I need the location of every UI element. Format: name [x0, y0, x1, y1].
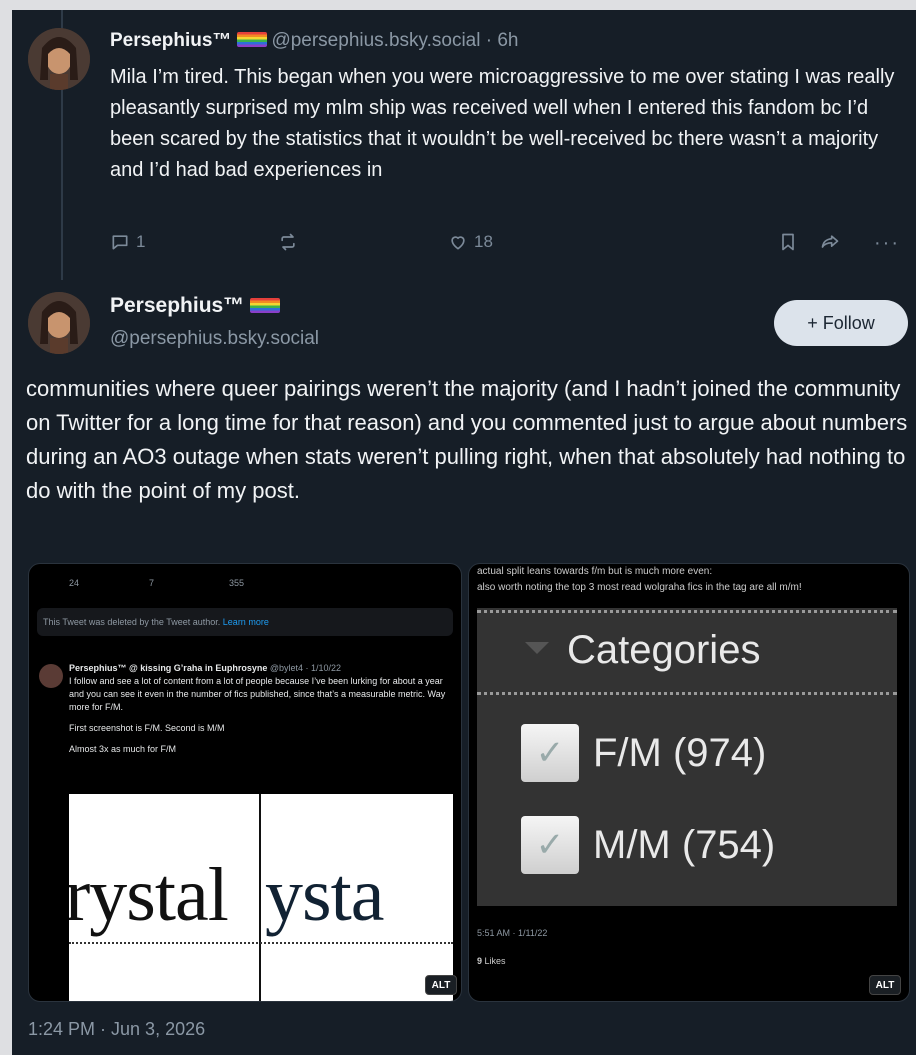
attached-image-categories[interactable]: actual split leans towards f/m but is mu…: [468, 563, 910, 1002]
deleted-tweet-notice: This Tweet was deleted by the Tweet auth…: [37, 608, 453, 636]
crop-text: rystal: [69, 853, 229, 937]
post-actions: 1 18 ···: [110, 232, 900, 258]
category-label: M/M (754): [593, 822, 776, 867]
avatar-image: [28, 292, 90, 354]
dotted-divider: [477, 610, 897, 613]
tweet-text: Almost 3x as much for F/M: [69, 744, 177, 754]
tweet-text: I follow and see a lot of content from a…: [69, 676, 446, 712]
bookmark-icon: [782, 233, 794, 251]
divider: [259, 794, 261, 1001]
pride-flag-icon: [237, 32, 268, 47]
repost-icon: [281, 233, 295, 251]
avatar-image: [28, 28, 90, 90]
like-count: 18: [474, 232, 493, 251]
alt-badge[interactable]: ALT: [425, 975, 457, 995]
post-timestamp[interactable]: 1:24 PM · Jun 3, 2026: [28, 1019, 205, 1040]
likes-count: 9: [477, 956, 483, 966]
categories-heading: Categories: [567, 628, 761, 672]
caption-line: also worth noting the top 3 most read wo…: [477, 582, 802, 593]
crop-text: ysta: [265, 853, 384, 937]
category-item: ✓ F/M (974): [521, 724, 766, 782]
expand-triangle-icon: [525, 642, 549, 654]
author-name-text: Persephius™: [110, 294, 245, 317]
author-handle[interactable]: @persephius.bsky.social: [271, 30, 480, 51]
share-icon: [821, 235, 839, 248]
bookmark-button[interactable]: [778, 232, 798, 252]
alt-badge[interactable]: ALT: [869, 975, 901, 995]
author-handle[interactable]: @persephius.bsky.social: [110, 328, 319, 350]
reply-button[interactable]: 1: [110, 232, 145, 252]
checkbox-checked-icon: ✓: [521, 816, 579, 874]
categories-panel: Categories ✓ F/M (974) ✓ M/M (754): [477, 608, 897, 906]
avatar[interactable]: [28, 28, 90, 90]
embedded-tweet: Persephius™ @ kissing G’raha in Euphrosy…: [69, 662, 449, 756]
dotted-divider: [477, 692, 897, 695]
repost-button[interactable]: [278, 232, 298, 252]
likes-meta: 9 Likes: [477, 956, 506, 966]
checkbox-checked-icon: ✓: [521, 724, 579, 782]
thread-view: Persephius™ @persephius.bsky.social · 6h …: [12, 10, 916, 1055]
reply-icon: [112, 235, 128, 250]
category-label: F/M (974): [593, 730, 767, 775]
tweet-author: Persephius™ @ kissing G’raha in Euphrosy…: [69, 663, 268, 673]
author-name[interactable]: Persephius™: [110, 294, 284, 318]
follow-button[interactable]: + Follow: [774, 300, 908, 346]
post-header: Persephius™ @persephius.bsky.social · 6h: [110, 30, 519, 52]
caption-line: actual split leans towards f/m but is mu…: [477, 566, 713, 577]
attached-image-tweet-screenshot[interactable]: 24 7 355 This Tweet was deleted by the T…: [28, 563, 462, 1002]
tweet-handle-date: @bylet4 · 1/10/22: [269, 663, 342, 673]
pride-flag-icon: [250, 298, 281, 313]
category-item: ✓ M/M (754): [521, 816, 775, 874]
share-button[interactable]: [820, 232, 840, 252]
stat-count: 355: [229, 578, 245, 588]
embedded-image: rystal ysta: [69, 794, 453, 1001]
stat-count: 24: [69, 578, 80, 588]
like-button[interactable]: 18: [448, 232, 493, 252]
avatar[interactable]: [28, 292, 90, 354]
post-text: Mila I’m tired. This began when you were…: [110, 66, 895, 181]
deleted-text: This Tweet was deleted by the Tweet auth…: [43, 617, 221, 627]
likes-label: Likes: [484, 956, 506, 966]
heart-icon: [451, 236, 465, 250]
learn-more-link: Learn more: [222, 617, 269, 627]
stat-count: 7: [149, 578, 155, 588]
post-time: · 6h: [485, 30, 519, 51]
author-name[interactable]: Persephius™: [110, 30, 231, 51]
more-options-button[interactable]: ···: [874, 232, 900, 255]
reply-count: 1: [136, 232, 146, 251]
ellipsis-icon: ···: [874, 232, 900, 254]
post-text: communities where queer pairings weren’t…: [26, 376, 908, 503]
tweet-time: 5:51 AM · 1/11/22: [477, 928, 548, 938]
tweet-avatar: [39, 664, 63, 688]
tweet-text: First screenshot is F/M. Second is M/M: [69, 723, 225, 733]
dotted-line: [69, 942, 453, 944]
